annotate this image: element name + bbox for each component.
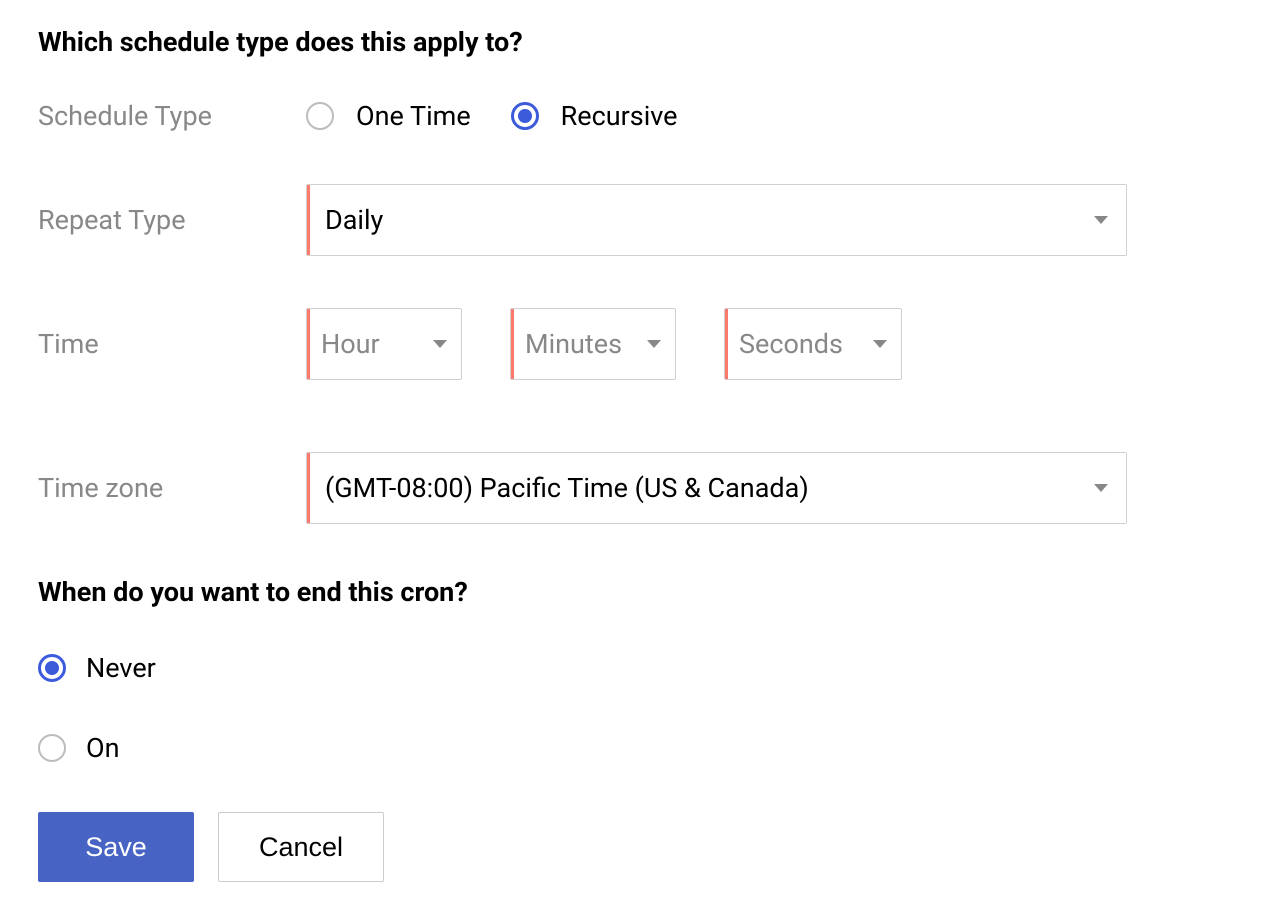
form-buttons: Save Cancel xyxy=(38,812,1240,882)
end-cron-heading: When do you want to end this cron? xyxy=(38,576,1240,608)
minutes-placeholder: Minutes xyxy=(525,328,637,360)
radio-circle-one-time[interactable] xyxy=(306,102,334,130)
repeat-type-select[interactable]: Daily xyxy=(306,184,1127,256)
repeat-type-label: Repeat Type xyxy=(38,204,306,236)
schedule-type-row: Schedule Type One Time Recursive xyxy=(38,100,1240,132)
chevron-down-icon xyxy=(1094,216,1108,224)
time-row: Time Hour Minutes Seconds xyxy=(38,308,1240,380)
timezone-row: Time zone (GMT-08:00) Pacific Time (US &… xyxy=(38,452,1240,524)
radio-dot xyxy=(518,109,532,123)
radio-circle-on[interactable] xyxy=(38,734,66,762)
seconds-placeholder: Seconds xyxy=(739,328,863,360)
schedule-type-label: Schedule Type xyxy=(38,100,306,132)
radio-option-recursive[interactable]: Recursive xyxy=(511,100,678,132)
hour-placeholder: Hour xyxy=(321,328,423,360)
radio-label-one-time: One Time xyxy=(356,100,471,132)
schedule-form: Which schedule type does this apply to? … xyxy=(38,26,1240,882)
timezone-select[interactable]: (GMT-08:00) Pacific Time (US & Canada) xyxy=(306,452,1127,524)
radio-label-recursive: Recursive xyxy=(561,100,678,132)
radio-label-never: Never xyxy=(86,652,156,684)
seconds-select[interactable]: Seconds xyxy=(724,308,902,380)
radio-option-never[interactable]: Never xyxy=(38,652,1240,684)
chevron-down-icon xyxy=(1094,484,1108,492)
repeat-type-value: Daily xyxy=(325,204,1084,236)
minutes-select[interactable]: Minutes xyxy=(510,308,676,380)
end-cron-section: When do you want to end this cron? Never… xyxy=(38,576,1240,882)
repeat-type-row: Repeat Type Daily xyxy=(38,184,1240,256)
radio-option-on[interactable]: On xyxy=(38,732,1240,764)
radio-circle-recursive[interactable] xyxy=(511,102,539,130)
schedule-type-heading: Which schedule type does this apply to? xyxy=(38,26,1240,58)
radio-option-one-time[interactable]: One Time xyxy=(306,100,471,132)
schedule-type-radio-group: One Time Recursive xyxy=(306,100,678,132)
radio-label-on: On xyxy=(86,732,120,764)
timezone-label: Time zone xyxy=(38,472,306,504)
chevron-down-icon xyxy=(647,340,661,348)
time-selects-group: Hour Minutes Seconds xyxy=(306,308,902,380)
time-label: Time xyxy=(38,328,306,360)
chevron-down-icon xyxy=(433,340,447,348)
chevron-down-icon xyxy=(873,340,887,348)
radio-dot xyxy=(45,661,59,675)
timezone-value: (GMT-08:00) Pacific Time (US & Canada) xyxy=(325,472,1084,504)
save-button[interactable]: Save xyxy=(38,812,194,882)
cancel-button[interactable]: Cancel xyxy=(218,812,384,882)
radio-circle-never[interactable] xyxy=(38,654,66,682)
hour-select[interactable]: Hour xyxy=(306,308,462,380)
